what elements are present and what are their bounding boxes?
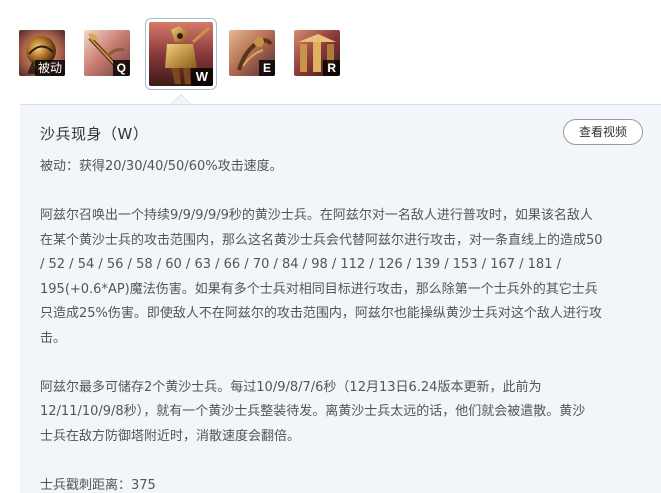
ability-r-tab[interactable]: R — [294, 30, 340, 76]
description-line: 12/11/10/9/8秒），就有一个黄沙士兵整装待发。离黄沙士兵太远的话，他们… — [40, 404, 586, 419]
description-line: 195(+0.6*AP)魔法伤害。如果有多个士兵对相同目标进行攻击，那么除第一个… — [40, 281, 598, 297]
description-line: 阿兹尔最多可储存2个黄沙士兵。每过10/9/8/7/6秒（12月13日6.24版… — [40, 379, 542, 395]
ability-key-label: 被动 — [34, 60, 65, 76]
ability-title: 沙兵现身（W） — [40, 125, 149, 143]
description-line: / 52 / 54 / 56 / 58 / 60 / 63 / 66 / 70 … — [40, 257, 561, 272]
description-line: 只造成25%伤害。即使敌人不在阿兹尔的攻击范围内，阿兹尔也能操纵黄沙士兵对这个敌… — [40, 306, 602, 321]
ability-detail-panel: 沙兵现身（W） 查看视频 被动：获得20/30/40/50/60%攻击速度。 阿… — [20, 104, 661, 493]
ability-key-label: Q — [112, 60, 130, 76]
ability-key-label: R — [323, 60, 340, 76]
ability-passive-tab[interactable]: 被动 — [19, 30, 65, 76]
ability-e-tab[interactable]: E — [229, 30, 275, 76]
description-line: 士兵在敌方防御塔附近时，消散速度会翻倍。 — [40, 428, 301, 444]
passive-description: 被动：获得20/30/40/50/60%攻击速度。 — [40, 159, 283, 174]
ability-key-label: E — [258, 60, 275, 76]
description-line: 阿兹尔召唤出一个持续9/9/9/9/9秒的黄沙士兵。在阿兹尔对一名敌人进行普攻时… — [40, 208, 593, 223]
ability-description: 被动：获得20/30/40/50/60%攻击速度。 阿兹尔召唤出一个持续9/9/… — [40, 155, 644, 493]
watch-video-button[interactable]: 查看视频 — [563, 119, 643, 145]
ability-key-label: W — [190, 68, 213, 86]
soldier-range-stat: 士兵戳刺距离：375 — [40, 477, 156, 493]
selected-ability-pointer — [171, 94, 191, 104]
ability-icon-strip: 被动 Q W E R — [0, 0, 661, 104]
ability-q-tab[interactable]: Q — [84, 30, 130, 76]
description-line: 在某个黄沙士兵的攻击范围内，那么这名黄沙士兵会代替阿兹尔进行攻击，对一条直线上的… — [40, 232, 603, 248]
description-line: 击。 — [40, 330, 67, 346]
ability-detail-widget: 被动 Q W E R 沙兵现身（W） 查看视频 被动：获得20/30/40/50… — [0, 0, 661, 493]
ability-w-tab[interactable]: W — [145, 18, 217, 90]
